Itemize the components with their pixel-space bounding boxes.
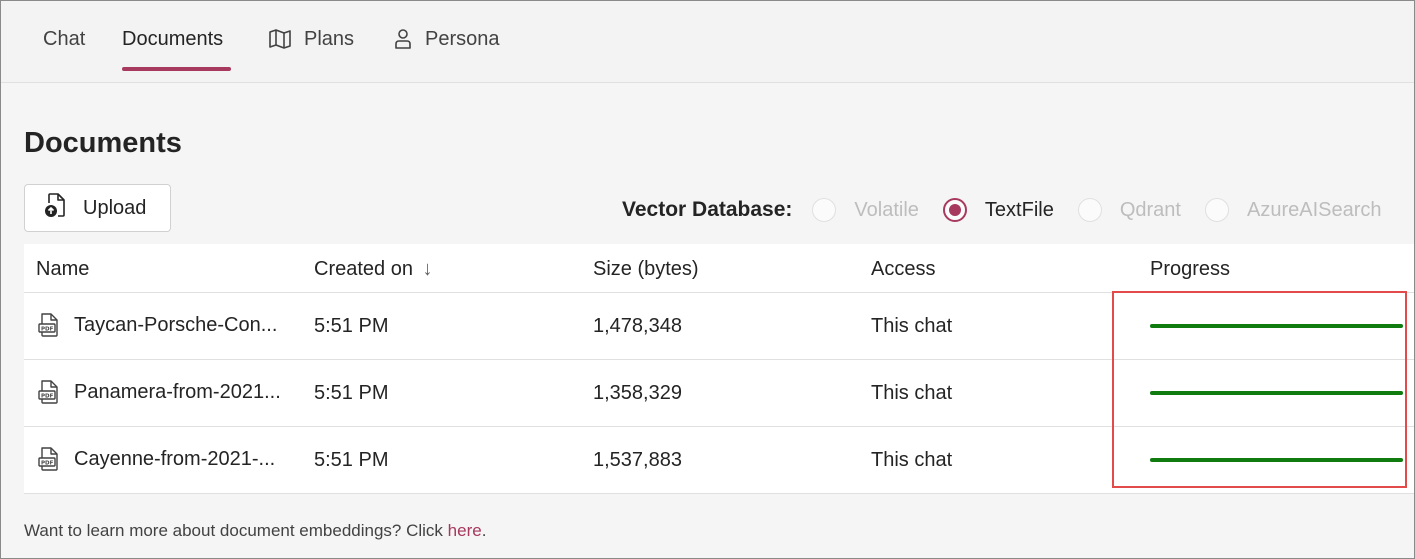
radio-label: Qdrant: [1119, 198, 1181, 221]
tab-bar: Chat Documents Plans Persona: [1, 1, 1414, 83]
svg-text:PDF: PDF: [41, 461, 54, 467]
footer-note: Want to learn more about document embedd…: [24, 521, 486, 541]
upload-button[interactable]: Upload: [24, 184, 171, 232]
radio-qdrant[interactable]: Qdrant: [1077, 198, 1181, 222]
pdf-file-icon: PDF: [38, 446, 60, 472]
upload-label: Upload: [83, 196, 147, 219]
file-size: 1,478,348: [593, 315, 682, 337]
tab-label: Chat: [43, 27, 86, 50]
vector-database-radio-group: Vector Database: Volatile TextFile Qdran…: [622, 194, 1382, 226]
person-icon: [393, 28, 413, 50]
progress-highlight-box: [1112, 291, 1407, 488]
map-icon: [268, 28, 292, 50]
tab-plans[interactable]: Plans: [268, 27, 354, 51]
access: This chat: [871, 315, 953, 337]
file-size: 1,358,329: [593, 382, 682, 404]
tab-documents[interactable]: Documents: [122, 27, 223, 51]
created-on: 5:51 PM: [314, 449, 389, 471]
svg-text:PDF: PDF: [41, 394, 54, 400]
column-header-access[interactable]: Access: [871, 258, 935, 281]
vector-database-label: Vector Database:: [622, 198, 793, 221]
tab-label: Plans: [304, 27, 355, 50]
column-header-size[interactable]: Size (bytes): [593, 258, 699, 281]
radio-circle: [812, 198, 837, 222]
access: This chat: [871, 449, 953, 471]
radio-circle: [942, 198, 967, 222]
selected-tab-indicator: [122, 67, 231, 71]
document-name-cell: PDF Panamera-from-2021...: [38, 379, 281, 405]
app-window: Chat Documents Plans Persona Documents U…: [0, 0, 1415, 559]
footer-text: Want to learn more about document embedd…: [24, 521, 448, 540]
footer-suffix: .: [481, 521, 487, 540]
file-size: 1,537,883: [593, 449, 682, 471]
document-name-cell: PDF Cayenne-from-2021-...: [38, 446, 275, 472]
radio-circle: [1204, 198, 1229, 222]
tab-persona[interactable]: Persona: [393, 27, 500, 51]
document-name[interactable]: Cayenne-from-2021-...: [74, 448, 275, 471]
radio-volatile[interactable]: Volatile: [812, 198, 919, 222]
tab-chat[interactable]: Chat: [43, 27, 85, 51]
radio-textfile[interactable]: TextFile: [942, 198, 1054, 222]
sort-descending-icon: ↓: [422, 258, 433, 280]
radio-label: AzureAISearch: [1246, 198, 1382, 221]
column-header-label: Created on: [314, 258, 413, 280]
created-on: 5:51 PM: [314, 315, 389, 337]
access: This chat: [871, 382, 953, 404]
tab-label: Persona: [425, 27, 500, 50]
document-name-cell: PDF Taycan-Porsche-Con...: [38, 312, 277, 338]
document-upload-icon: [43, 191, 69, 225]
svg-text:PDF: PDF: [41, 327, 54, 333]
tab-label: Documents: [122, 27, 224, 50]
radio-label: Volatile: [854, 198, 919, 221]
radio-label: TextFile: [984, 198, 1054, 221]
radio-checked-dot: [948, 204, 961, 216]
document-name[interactable]: Taycan-Porsche-Con...: [74, 314, 277, 337]
column-header-name[interactable]: Name: [36, 258, 89, 281]
pdf-file-icon: PDF: [38, 312, 60, 338]
radio-circle: [1077, 198, 1102, 222]
embeddings-help-link[interactable]: here: [448, 521, 482, 540]
document-name[interactable]: Panamera-from-2021...: [74, 381, 281, 404]
column-header-created-on[interactable]: Created on ↓: [314, 258, 433, 281]
page-title: Documents: [24, 127, 182, 159]
column-header-progress[interactable]: Progress: [1150, 258, 1230, 281]
radio-azureaisearch[interactable]: AzureAISearch: [1204, 198, 1382, 222]
pdf-file-icon: PDF: [38, 379, 60, 405]
created-on: 5:51 PM: [314, 382, 389, 404]
table-header: Name Created on ↓ Size (bytes) Access Pr…: [24, 244, 1414, 293]
